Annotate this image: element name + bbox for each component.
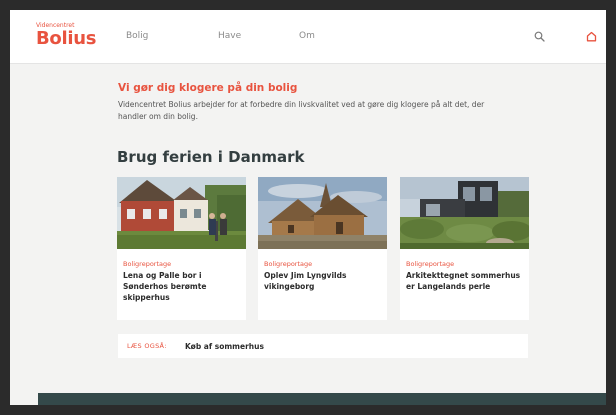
read-also-link[interactable]: Køb af sommerhus bbox=[185, 342, 264, 352]
card-image-skipperhus bbox=[117, 177, 246, 249]
nav-item-bolig[interactable]: Bolig bbox=[126, 30, 148, 42]
article-card-skipperhus[interactable]: Boligreportage Lena og Palle bor i Sønde… bbox=[117, 177, 246, 320]
site-header: Videncentret Bolius Bolig Have Om bbox=[10, 10, 606, 64]
card-category: Boligreportage bbox=[123, 260, 172, 268]
footer-band bbox=[38, 393, 606, 405]
intro-text: Videncentret Bolius arbejder for at forb… bbox=[118, 100, 485, 121]
article-card-sommerhus[interactable]: Boligreportage Arkitekttegnet sommerhus … bbox=[400, 177, 529, 320]
card-category: Boligreportage bbox=[406, 260, 455, 268]
search-icon[interactable] bbox=[528, 25, 550, 47]
home-icon[interactable] bbox=[580, 25, 602, 47]
card-image-vikingeborg bbox=[258, 177, 387, 249]
card-title: Oplev Jim Lyngvilds vikingeborg bbox=[264, 271, 347, 291]
section-title: Brug ferien i Danmark bbox=[117, 148, 305, 166]
card-image-sommerhus bbox=[400, 177, 529, 249]
read-also-label: LÆS OGSÅ: bbox=[127, 342, 167, 350]
intro-title: Vi gør dig klogere på din bolig bbox=[118, 82, 298, 94]
nav-item-have[interactable]: Have bbox=[218, 30, 241, 42]
card-category: Boligreportage bbox=[264, 260, 313, 268]
card-title: Arkitekttegnet sommerhus er Langelands p… bbox=[406, 271, 521, 291]
card-title: Lena og Palle bor i Sønderhos berømte sk… bbox=[123, 271, 207, 302]
nav-item-om[interactable]: Om bbox=[299, 30, 315, 42]
read-also-bar: LÆS OGSÅ: Køb af sommerhus bbox=[118, 334, 528, 358]
article-card-vikingeborg[interactable]: Boligreportage Oplev Jim Lyngvilds vikin… bbox=[258, 177, 387, 320]
logo[interactable]: Bolius bbox=[36, 28, 96, 50]
browser-viewport: Videncentret Bolius Bolig Have Om Vi gør… bbox=[10, 10, 606, 405]
